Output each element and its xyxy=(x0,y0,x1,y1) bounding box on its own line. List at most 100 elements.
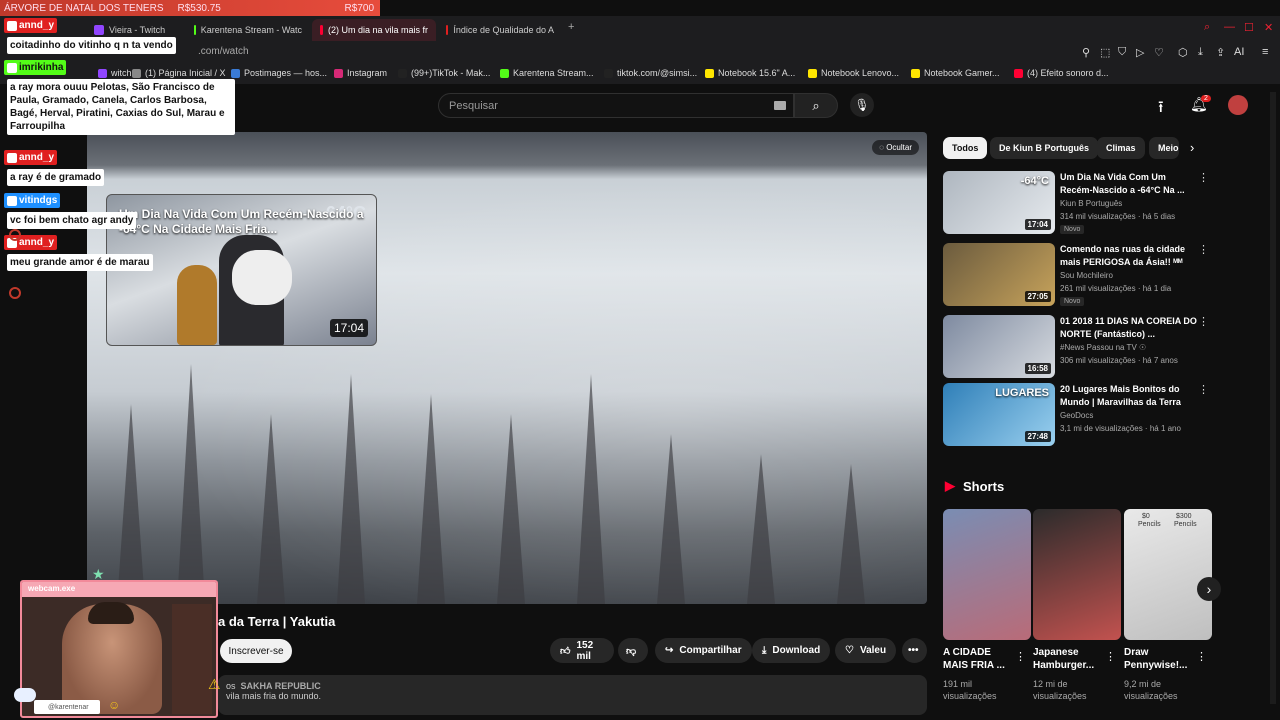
short-caption: Pencils xyxy=(1138,521,1161,528)
play-icon[interactable]: ▷ xyxy=(1136,46,1144,59)
chat-username: imrikinha xyxy=(4,60,67,75)
heart-icon[interactable]: ♡ xyxy=(1154,46,1164,59)
bookmark-item[interactable]: (1) Página Inicial / X xyxy=(132,68,226,78)
bookmark-label: (99+)TikTok - Mak... xyxy=(411,68,491,78)
description-channel: SAKHA REPUBLIC xyxy=(240,681,321,691)
short-title[interactable]: Japanese Hamburger... xyxy=(1033,646,1103,672)
bookmark-favicon-icon xyxy=(808,68,817,78)
bookmark-item[interactable]: (4) Efeito sonoro d... xyxy=(1014,68,1109,78)
thumbnail-text: -64°C xyxy=(1020,175,1049,187)
more-vert-icon[interactable]: ⋮ xyxy=(1198,243,1209,256)
bookmark-item[interactable]: Notebook Lenovo... xyxy=(808,68,899,78)
pin-icon[interactable]: ⚲ xyxy=(1082,46,1090,59)
download-icon[interactable]: ⤓ xyxy=(1198,46,1203,59)
search-tabs-icon[interactable]: ⌕ xyxy=(1204,21,1210,34)
chevron-right-icon[interactable]: › xyxy=(1190,140,1194,155)
baby-figure xyxy=(232,250,292,305)
bookmark-item[interactable]: tiktok.com/@simsi... xyxy=(604,68,697,78)
ai-icon[interactable]: AI xyxy=(1234,46,1244,58)
chat-message: a ray mora ouuu Pelotas, São Francisco d… xyxy=(7,79,235,135)
short-title[interactable]: A CIDADE MAIS FRIA ... xyxy=(943,646,1013,672)
more-vert-icon[interactable]: ⋮ xyxy=(1105,650,1116,663)
maximize-icon[interactable]: ☐ xyxy=(1244,21,1254,34)
more-vert-icon[interactable]: ⋮ xyxy=(1198,171,1209,184)
video-thumbnail: -64°C 17:04 xyxy=(943,171,1055,234)
dislike-button[interactable]: 👎︎ xyxy=(618,638,648,663)
hide-overlay-button[interactable]: ◌ Ocultar xyxy=(872,140,919,155)
bookmark-item[interactable]: (99+)TikTok - Mak... xyxy=(398,68,490,78)
subscribe-button[interactable]: Inscrever-se xyxy=(220,639,292,663)
description-box[interactable]: os SAKHA REPUBLIC vila mais fria do mund… xyxy=(218,675,927,715)
bookmark-label: (4) Efeito sonoro d... xyxy=(1027,68,1109,78)
short-title[interactable]: Draw Pennywise!... xyxy=(1124,646,1194,672)
chat-message: a ray é de gramado xyxy=(7,169,105,186)
short-thumbnail[interactable]: $0 $300 Pencils Pencils xyxy=(1124,509,1212,640)
recommended-video[interactable]: 27:05 Comendo nas ruas da cidade mais PER… xyxy=(943,243,1213,307)
red-cross-icon xyxy=(446,25,449,35)
tab-kick[interactable]: Karentena Stream - Watc xyxy=(186,19,310,41)
more-actions-button[interactable]: ••• xyxy=(902,638,927,663)
chip-channel[interactable]: De Kiun B Português xyxy=(990,137,1099,159)
chat-username-text: annd_y xyxy=(19,20,55,31)
child-figure xyxy=(177,265,217,345)
new-tab-button[interactable]: + xyxy=(568,21,574,33)
more-vert-icon[interactable]: ⋮ xyxy=(1198,315,1209,328)
tab-air-quality[interactable]: Índice de Qualidade do A xyxy=(438,19,562,41)
scrollbar[interactable] xyxy=(1270,92,1276,704)
voice-search-button[interactable]: 🎙︎ xyxy=(850,93,874,117)
recommended-video[interactable]: 16:58 01 2018 11 DIAS NA COREIA DO NORTE … xyxy=(943,315,1213,379)
more-vert-icon[interactable]: ⋮ xyxy=(1198,383,1209,396)
chat-username-text: annd_y xyxy=(19,152,55,163)
bookmark-item[interactable]: Notebook 15.6" A... xyxy=(705,68,795,78)
background-shelf xyxy=(172,604,212,714)
search-input[interactable]: Pesquisar xyxy=(438,93,794,118)
bookmark-favicon-icon xyxy=(334,68,343,78)
user-badge-icon xyxy=(7,195,17,206)
video-duration: 16:58 xyxy=(1024,363,1051,374)
avatar[interactable] xyxy=(1228,95,1248,115)
short-views: 12 mi de visualizações xyxy=(1033,679,1087,701)
keyboard-icon[interactable] xyxy=(774,101,786,110)
share-button[interactable]: ↪ Compartilhar xyxy=(655,638,752,663)
bookmark-item[interactable]: Postimages — hos... xyxy=(231,68,327,78)
short-thumbnail[interactable] xyxy=(943,509,1031,640)
shorts-next-button[interactable]: › xyxy=(1197,577,1221,601)
chat-message: meu grande amor é de marau xyxy=(7,254,153,271)
video-thumbnail: LUGARES 27:48 xyxy=(943,383,1055,446)
video-meta: 306 mil visualizações · há 7 anos xyxy=(1060,356,1178,365)
recommended-video[interactable]: -64°C 17:04 Um Dia Na Vida Com Um Recém-Na… xyxy=(943,171,1213,235)
menu-icon[interactable]: ≡ xyxy=(1262,46,1268,58)
chat-username-text: annd_y xyxy=(19,237,55,248)
screenshot-icon[interactable]: ⬚ xyxy=(1100,46,1110,59)
like-button[interactable]: 👍︎ 152 mil xyxy=(550,638,614,663)
tab-youtube[interactable]: (2) Um dia na vila mais fr xyxy=(312,19,436,41)
donation-goal-current: R$530.75 xyxy=(177,2,221,14)
chip-environment[interactable]: Meio xyxy=(1149,137,1179,159)
donation-goal-target: R$700 xyxy=(344,2,374,14)
chip-climates[interactable]: Climas xyxy=(1097,137,1145,159)
recommended-video[interactable]: LUGARES 27:48 20 Lugares Mais Bonitos do M… xyxy=(943,383,1213,447)
bookmark-item[interactable]: witch xyxy=(98,68,132,78)
more-vert-icon[interactable]: ⋮ xyxy=(1015,650,1026,663)
more-vert-icon[interactable]: ⋮ xyxy=(1196,650,1207,663)
bookmark-item[interactable]: Notebook Gamer... xyxy=(911,68,1000,78)
search-button[interactable]: ⌕ xyxy=(794,93,838,118)
shield-icon[interactable]: ⛉ xyxy=(1118,46,1126,59)
shorts-header: ▶ Shorts xyxy=(945,478,1004,494)
chip-all[interactable]: Todos xyxy=(943,137,988,159)
extensions-icon[interactable]: ⬡ xyxy=(1178,46,1188,59)
download-button[interactable]: ⤓ Download xyxy=(752,638,831,663)
minimize-icon[interactable]: — xyxy=(1224,21,1235,33)
video-title: 20 Lugares Mais Bonitos do Mundo | Marav… xyxy=(1060,384,1181,407)
thanks-button[interactable]: ♡ Valeu xyxy=(835,638,897,663)
new-badge: Novo xyxy=(1060,297,1085,306)
bookmark-favicon-icon xyxy=(604,68,613,78)
url-field[interactable]: .com/watch xyxy=(198,46,249,57)
bookmark-item[interactable]: Instagram xyxy=(334,68,387,78)
close-icon[interactable]: ✕ xyxy=(1264,21,1273,34)
bookmark-item[interactable]: Karentena Stream... xyxy=(500,68,594,78)
upload-icon[interactable]: ⭱ xyxy=(1158,96,1164,123)
short-thumbnail[interactable] xyxy=(1033,509,1121,640)
shorts-title: Shorts xyxy=(963,478,1005,494)
share-icon[interactable]: ⇪ xyxy=(1216,46,1225,59)
